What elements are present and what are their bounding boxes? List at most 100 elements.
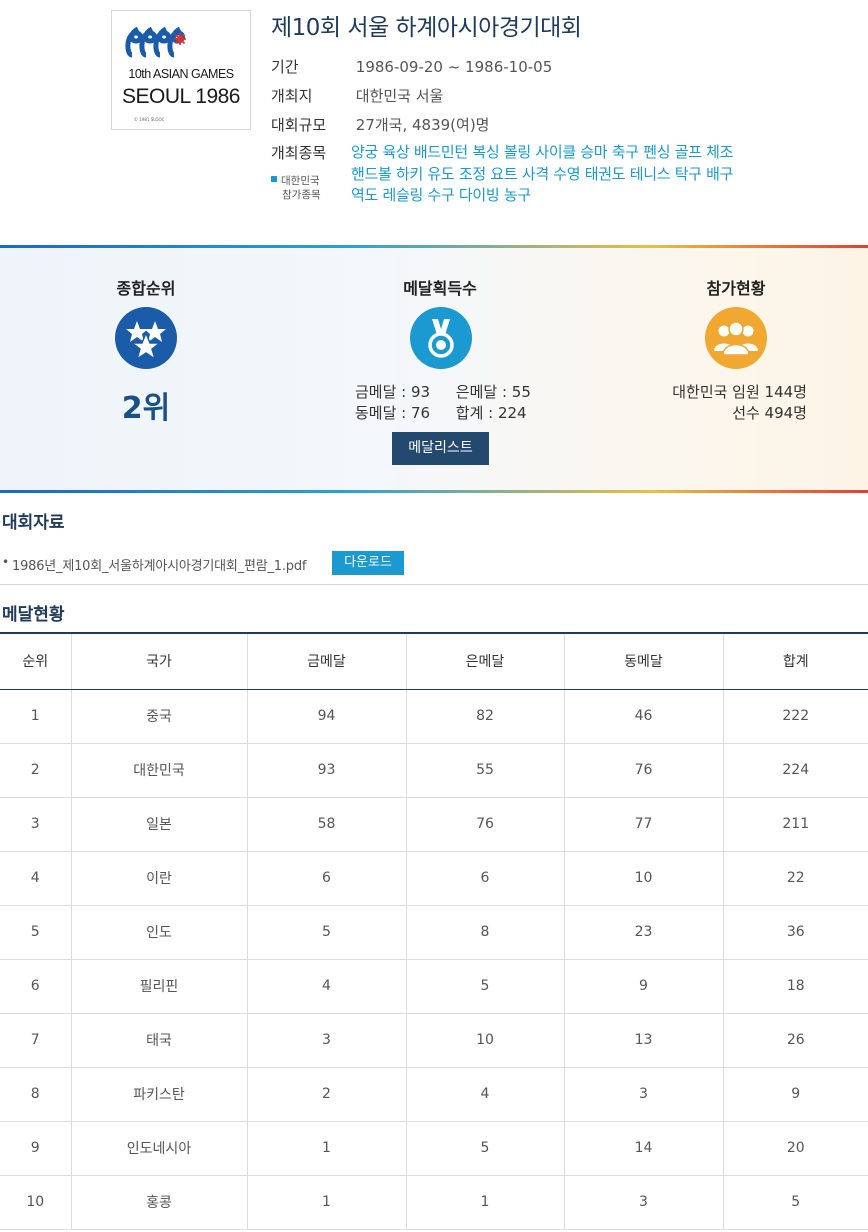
cell-bronze: 10 <box>563 851 723 906</box>
table-row: 4 이란 6 6 10 22 <box>0 851 868 906</box>
cell-country: 홍콩 <box>70 1175 247 1230</box>
documents-heading: 대회자료 <box>2 513 65 533</box>
participation-officials: 대한민국 임원 144명 <box>672 383 807 401</box>
file-name[interactable]: 1986년_제10회_서울하계아시아경기대회_편람_1.pdf <box>12 555 306 574</box>
cell-bronze: 3 <box>563 1067 723 1122</box>
cell-country: 인도네시아 <box>70 1121 247 1176</box>
cell-gold: 3 <box>246 1013 406 1068</box>
cell-silver: 55 <box>405 743 564 798</box>
cell-rank: 5 <box>0 905 71 960</box>
logo-text-top: 10th ASIAN GAMES <box>128 67 234 81</box>
square-bullet-icon <box>271 176 277 182</box>
table-row: 1 중국 94 82 46 222 <box>0 689 868 744</box>
cell-gold: 5 <box>246 905 406 960</box>
cell-total: 26 <box>722 1013 868 1068</box>
cell-country: 파키스탄 <box>70 1067 247 1122</box>
info-venue: 개최지 대한민국 서울 <box>271 85 443 107</box>
cell-country: 일본 <box>70 797 247 852</box>
korea-participation-note: 대한민국 참가종목 <box>271 174 321 202</box>
summary-panel: 종합순위 2위 메달획득수 금메달 : 93 은메달 : 55 동메달 : 76… <box>0 245 868 493</box>
cell-total: 9 <box>722 1067 868 1122</box>
gold-count: 금메달 : 93 <box>355 383 431 401</box>
file-row: • 1986년_제10회_서울하계아시아경기대회_편람_1.pdf 다운로드 <box>0 551 868 585</box>
medal-list-button[interactable]: 메달리스트 <box>392 432 489 465</box>
cell-bronze: 13 <box>563 1013 723 1068</box>
cell-rank: 3 <box>0 797 71 852</box>
cell-gold: 94 <box>246 689 406 744</box>
cell-bronze: 14 <box>563 1121 723 1176</box>
cell-total: 211 <box>722 797 868 852</box>
cell-total: 224 <box>722 743 868 798</box>
cell-country: 대한민국 <box>70 743 247 798</box>
silver-count: 은메달 : 55 <box>455 383 531 401</box>
col-header-silver: 은메달 <box>405 632 564 690</box>
bullet-icon: • <box>2 555 10 569</box>
cell-country: 태국 <box>70 1013 247 1068</box>
cell-country: 중국 <box>70 689 247 744</box>
cell-bronze: 77 <box>563 797 723 852</box>
info-label: 개최지 <box>271 87 313 105</box>
page-title: 제10회 서울 하계아시아경기대회 <box>271 15 582 41</box>
medal-icon <box>410 307 472 369</box>
cell-gold: 58 <box>246 797 406 852</box>
participation-athletes: 선수 494명 <box>732 404 807 422</box>
cell-bronze: 9 <box>563 959 723 1014</box>
sports-line[interactable]: 역도 레슬링 수구 다이빙 농구 <box>351 185 791 207</box>
event-header: © 1981 SLOOC 10th ASIAN GAMES SEOUL 1986… <box>0 0 868 245</box>
cell-total: 36 <box>722 905 868 960</box>
cell-silver: 1 <box>405 1175 564 1230</box>
cell-total: 20 <box>722 1121 868 1176</box>
cell-silver: 82 <box>405 689 564 744</box>
cell-silver: 8 <box>405 905 564 960</box>
sports-line[interactable]: 핸드볼 하키 유도 조정 요트 사격 수영 태권도 테니스 탁구 배구 <box>351 164 791 186</box>
cell-rank: 10 <box>0 1175 71 1230</box>
cell-silver: 5 <box>405 1121 564 1176</box>
cell-rank: 2 <box>0 743 71 798</box>
info-sports: 개최종목 <box>271 142 351 164</box>
cell-country: 이란 <box>70 851 247 906</box>
note-line: 참가종목 <box>282 189 321 201</box>
cell-gold: 93 <box>246 743 406 798</box>
col-header-bronze: 동메달 <box>563 632 723 690</box>
total-count: 합계 : 224 <box>455 404 527 422</box>
divider <box>0 245 868 248</box>
download-button[interactable]: 다운로드 <box>332 551 404 575</box>
cell-rank: 9 <box>0 1121 71 1176</box>
col-header-gold: 금메달 <box>246 632 406 690</box>
cell-gold: 1 <box>246 1175 406 1230</box>
people-group-icon <box>705 307 767 369</box>
cell-rank: 4 <box>0 851 71 906</box>
info-label: 대회규모 <box>271 116 327 134</box>
cell-silver: 6 <box>405 851 564 906</box>
sports-line[interactable]: 양궁 육상 배드민턴 복싱 볼링 사이클 승마 축구 펜싱 골프 체조 <box>351 142 791 164</box>
cell-rank: 1 <box>0 689 71 744</box>
cell-total: 5 <box>722 1175 868 1230</box>
cell-bronze: 3 <box>563 1175 723 1230</box>
medal-counts-row: 동메달 : 76 합계 : 224 <box>355 402 527 423</box>
info-label: 개최종목 <box>271 144 327 162</box>
svg-text:© 1981 SLOOC: © 1981 SLOOC <box>134 117 165 122</box>
cell-bronze: 46 <box>563 689 723 744</box>
info-scale: 대회규모 27개국, 4839(여)명 <box>271 114 489 136</box>
cell-total: 18 <box>722 959 868 1014</box>
rank-value: 2위 <box>121 391 171 426</box>
cell-rank: 8 <box>0 1067 71 1122</box>
cell-country: 인도 <box>70 905 247 960</box>
cell-total: 222 <box>722 689 868 744</box>
table-row: 6 필리핀 4 5 9 18 <box>0 959 868 1014</box>
info-label: 기간 <box>271 58 299 76</box>
table-row: 2 대한민국 93 55 76 224 <box>0 743 868 798</box>
table-row: 9 인도네시아 1 5 14 20 <box>0 1121 868 1176</box>
medal-table: 순위 국가 금메달 은메달 동메달 합계 1 중국 94 82 46 222 2… <box>0 632 868 1230</box>
cell-gold: 2 <box>246 1067 406 1122</box>
logo-text-bottom: SEOUL 1986 <box>122 85 240 108</box>
cell-silver: 76 <box>405 797 564 852</box>
info-value: 1986-09-20 ~ 1986-10-05 <box>355 58 553 76</box>
divider <box>0 490 868 493</box>
medal-counts-row: 금메달 : 93 은메달 : 55 <box>355 381 531 402</box>
table-row: 5 인도 5 8 23 36 <box>0 905 868 960</box>
cell-silver: 5 <box>405 959 564 1014</box>
col-header-rank: 순위 <box>0 632 71 690</box>
bronze-count: 동메달 : 76 <box>355 404 431 422</box>
table-row: 3 일본 58 76 77 211 <box>0 797 868 852</box>
